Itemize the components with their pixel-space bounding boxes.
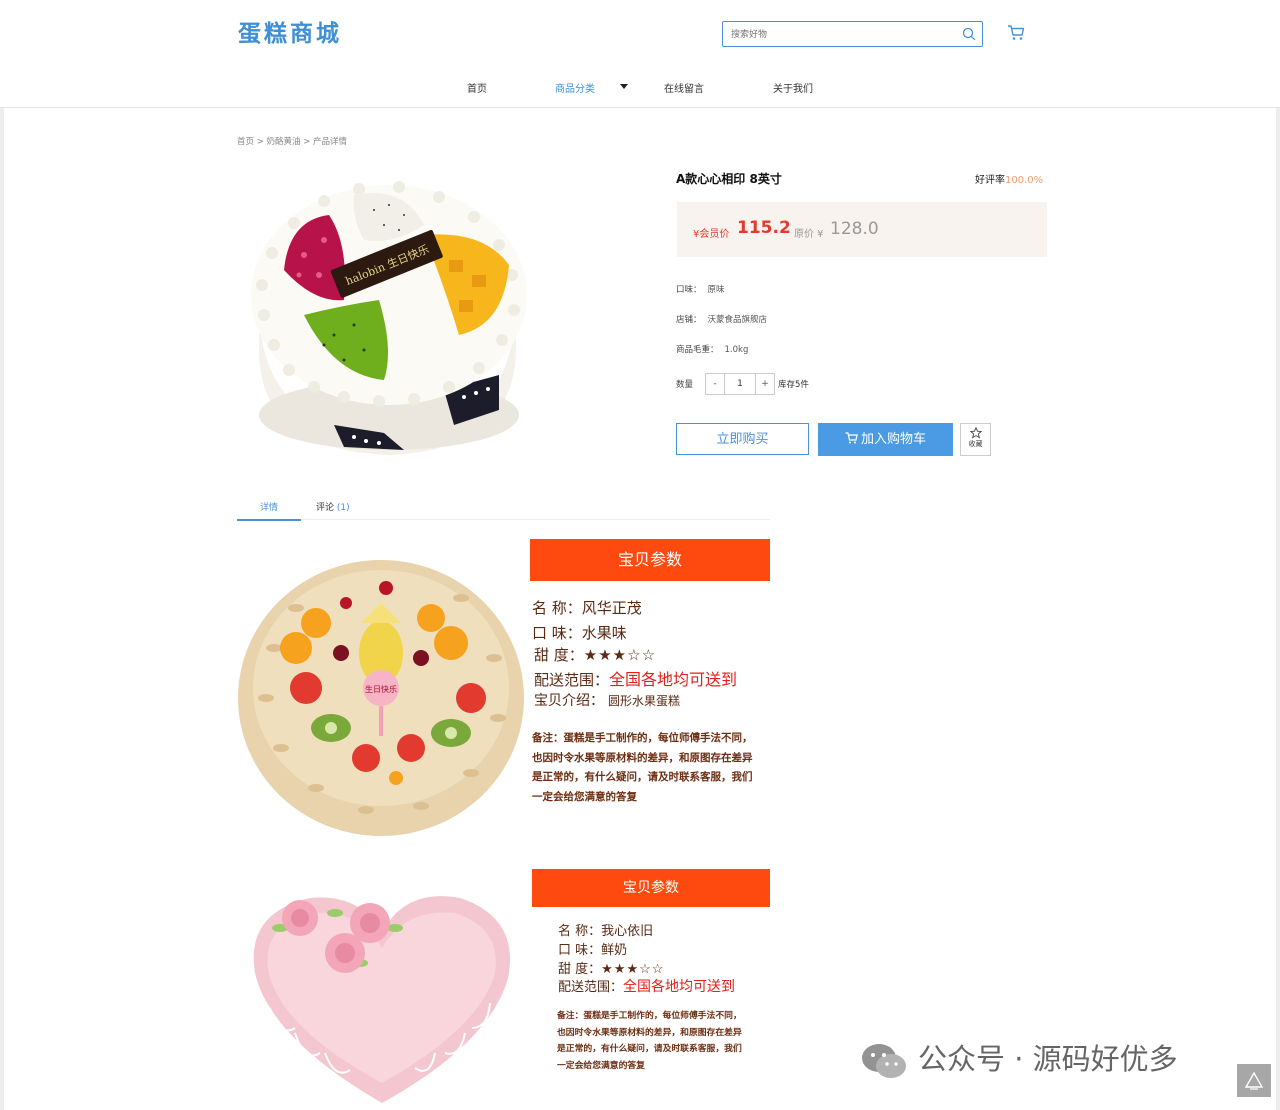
cart-icon[interactable] — [1007, 24, 1025, 41]
param-label: 口 味： — [558, 943, 602, 958]
param-value: 风华正茂 — [581, 599, 642, 617]
site-logo[interactable]: 蛋糕商城 — [238, 14, 342, 48]
sweetness-stars: ★★★☆☆ — [601, 962, 665, 977]
wechat-icon — [862, 1044, 906, 1078]
param-sweetness: 甜 度：★★★☆☆ — [534, 644, 656, 665]
quantity-input[interactable]: 1 — [725, 374, 755, 394]
param-value: 水果味 — [581, 624, 627, 642]
detail-note: 备注：蛋糕是手工制作的，每位师傅手法不同， 也因时令水果等原材料的差异，和原图存… — [557, 1008, 742, 1074]
spec-label: 商品毛重： — [676, 345, 719, 355]
add-to-cart-label: 加入购物车 — [860, 432, 926, 447]
nav-item-about[interactable]: 关于我们 — [773, 80, 813, 95]
header-divider — [0, 107, 1280, 108]
param-value: 我心依旧 — [601, 924, 654, 939]
param-label: 甜 度： — [534, 646, 584, 664]
param-label: 名 称： — [532, 599, 582, 617]
nav-item-categories[interactable]: 商品分类 — [555, 80, 595, 95]
detail-note: 备注：蛋糕是手工制作的，每位师傅手法不同， 也因时令水果等原材料的差异，和原图存… — [532, 729, 753, 807]
param-flavor: 口 味：鲜奶 — [558, 939, 627, 958]
note-line: 备注：蛋糕是手工制作的，每位师傅手法不同， — [532, 732, 753, 744]
add-to-cart-button[interactable]: 加入购物车 — [818, 423, 953, 456]
param-value: 全国各地均可送到 — [623, 979, 736, 995]
param-label: 宝贝介绍： — [534, 693, 604, 709]
spec-label: 店铺： — [676, 315, 702, 325]
param-name: 名 称：我心依旧 — [558, 920, 653, 939]
original-price: 128.0 — [830, 219, 879, 239]
rating: 好评率100.0% — [975, 171, 1043, 186]
arrow-up-icon — [1244, 1071, 1264, 1090]
note-line: 是正常的，有什么疑问，请及时联系客服，我们 — [532, 771, 753, 783]
main-nav: 首页 商品分类 在线留言 关于我们 — [0, 72, 1280, 106]
watermark-text: 公众号 · 源码好优多 — [918, 1042, 1178, 1076]
right-edge — [1276, 108, 1280, 1110]
param-label: 名 称： — [558, 924, 602, 939]
star-icon — [969, 427, 982, 439]
param-value: 圆形水果蛋糕 — [608, 694, 681, 708]
sweetness-stars: ★★★☆☆ — [583, 646, 657, 664]
tab-reviews[interactable]: 评论 (1) — [316, 500, 350, 513]
quantity-label: 数量 — [676, 380, 694, 390]
search-input[interactable] — [729, 25, 958, 45]
param-name: 名 称：风华正茂 — [532, 597, 642, 618]
price-box: ¥会员价 115.2 原价 ¥ 128.0 — [677, 202, 1047, 257]
note-line: 备注：蛋糕是手工制作的，每位师傅手法不同， — [557, 1011, 742, 1021]
member-price-label: ¥会员价 — [693, 229, 730, 240]
param-label: 配送范围： — [558, 980, 624, 995]
quantity-decrease-button[interactable]: - — [706, 374, 725, 394]
spec-weight: 商品毛重： 1.0kg — [676, 343, 748, 355]
note-line: 一定会给您满意的答复 — [532, 790, 637, 803]
note-line: 也因时令水果等原材料的差异，和原图存在差异 — [532, 751, 753, 764]
fruit-cake-image: 生日快乐 — [238, 560, 524, 836]
param-label: 口 味： — [532, 624, 582, 642]
quantity-stepper: - 1 + — [705, 373, 775, 395]
spec-shop: 店铺： 沃蒙食品旗舰店 — [676, 313, 767, 325]
nav-item-home[interactable]: 首页 — [467, 80, 487, 95]
spec-value: 原味 — [707, 285, 725, 295]
spec-value[interactable]: 沃蒙食品旗舰店 — [708, 315, 768, 325]
note-line: 是正常的，有什么疑问，请及时联系客服，我们 — [557, 1044, 742, 1054]
favorite-button[interactable]: 收藏 — [960, 423, 991, 456]
param-delivery: 配送范围：全国各地均可送到 — [558, 976, 735, 996]
tab-reviews-label: 评论 — [316, 503, 335, 513]
spec-label: 口味： — [676, 285, 702, 295]
left-edge — [0, 108, 4, 1110]
note-line: 也因时令水果等原材料的差异，和原图存在差异 — [557, 1027, 742, 1038]
nav-item-messages[interactable]: 在线留言 — [664, 80, 704, 95]
original-price-label: 原价 ¥ — [794, 229, 824, 240]
buy-now-button[interactable]: 立即购买 — [676, 423, 809, 455]
param-sweetness: 甜 度：★★★☆☆ — [558, 958, 664, 977]
cart-icon — [845, 432, 858, 444]
search-icon[interactable] — [962, 27, 976, 41]
heart-cake-image — [253, 896, 510, 1103]
member-price: 115.2 — [737, 218, 791, 238]
param-label: 配送范围： — [534, 671, 610, 689]
search-box — [722, 21, 983, 47]
rating-label: 好评率 — [975, 175, 1005, 186]
review-count: (1) — [336, 503, 350, 513]
back-to-top-button[interactable] — [1237, 1064, 1271, 1097]
spec-flavor: 口味： 原味 — [676, 283, 725, 295]
note-line: 一定会给您满意的答复 — [557, 1060, 645, 1071]
tabs-divider — [237, 519, 770, 520]
param-value: 鲜奶 — [601, 943, 628, 958]
param-delivery: 配送范围：全国各地均可送到 — [534, 666, 737, 690]
watermark: 公众号 · 源码好优多 — [860, 1036, 1178, 1080]
param-banner: 宝贝参数 — [530, 539, 770, 581]
product-image: halobin 生日快乐 — [251, 181, 527, 455]
rating-value: 100.0% — [1005, 175, 1044, 186]
chevron-down-icon[interactable] — [620, 84, 628, 89]
favorite-label: 收藏 — [968, 440, 983, 448]
stock-text: 库存5件 — [778, 380, 809, 390]
cake-plaque-text: 生日快乐 — [365, 684, 397, 694]
product-title: A款心心相印 8英寸 — [676, 172, 782, 186]
spec-value: 1.0kg — [724, 345, 749, 355]
param-value: 全国各地均可送到 — [609, 670, 738, 689]
param-intro: 宝贝介绍： 圆形水果蛋糕 — [534, 690, 680, 710]
param-banner: 宝贝参数 — [532, 869, 770, 907]
param-flavor: 口 味：水果味 — [532, 622, 627, 643]
breadcrumb[interactable]: 首页 > 奶酪黄油 > 产品详情 — [237, 135, 347, 147]
param-label: 甜 度： — [558, 962, 602, 977]
quantity-increase-button[interactable]: + — [755, 374, 774, 394]
tab-detail[interactable]: 详情 — [237, 500, 301, 521]
